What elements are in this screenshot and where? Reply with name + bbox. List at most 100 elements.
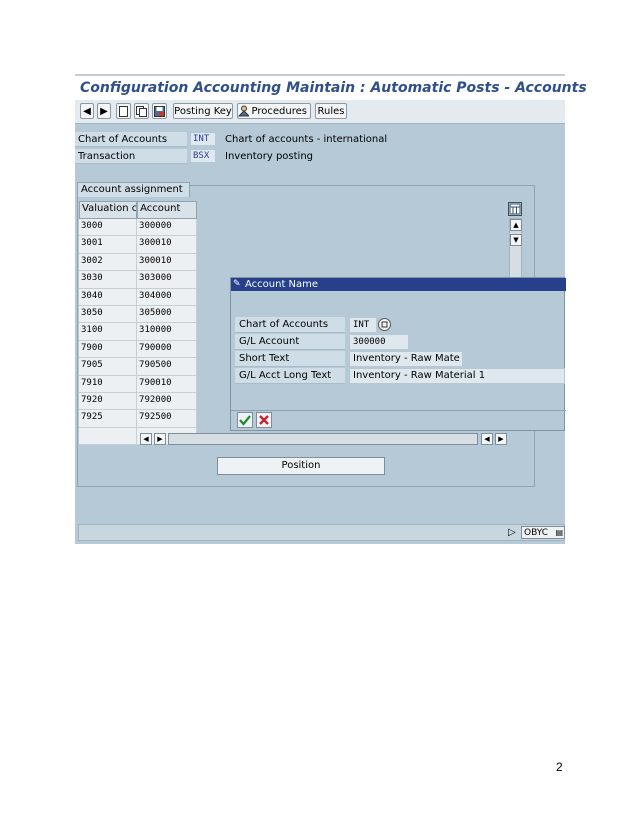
table-row[interactable]: 7900 790000 (79, 340, 197, 359)
account-cell[interactable]: 300010 (137, 253, 197, 272)
popup-chart-field[interactable]: INT (349, 317, 377, 333)
scroll-down-button[interactable]: ▼ (510, 234, 522, 246)
save-icon (154, 105, 165, 117)
valuation-class-cell[interactable]: 3040 (79, 288, 138, 306)
table-row[interactable]: 3000 300000 (79, 219, 197, 237)
account-cell[interactable]: 792500 (137, 410, 197, 428)
account-cell[interactable]: 790000 (137, 340, 197, 359)
valuation-class-cell[interactable]: 3000 (79, 219, 138, 237)
forward-button[interactable]: ▶ (97, 103, 111, 119)
vertical-scrollbar[interactable]: ▲ ▼ (509, 218, 522, 278)
back-button[interactable]: ◀ (80, 103, 94, 119)
triangle-right-icon: ▶ (498, 435, 504, 443)
valuation-class-cell[interactable]: 3100 (79, 323, 138, 341)
sap-window: Configuration Accounting Maintain : Auto… (75, 74, 587, 544)
status-transaction-field: OBYC ▤ (521, 526, 565, 539)
dialog-title-text: Account Name (245, 279, 319, 290)
valuation-class-cell[interactable]: 7920 (79, 392, 138, 411)
account-cell[interactable]: 303000 (137, 271, 197, 289)
popup-chart-label: Chart of Accounts (235, 317, 345, 333)
triangle-left-icon: ◀ (484, 435, 490, 443)
status-bar: ▷ OBYC ▤ (78, 524, 565, 541)
chart-of-accounts-label: Chart of Accounts (75, 132, 187, 147)
cancel-icon (259, 415, 269, 425)
popup-short-text-label: Short Text (235, 351, 345, 367)
posting-key-button[interactable]: Posting Key (173, 103, 233, 119)
status-expand-icon[interactable]: ▷ (508, 527, 516, 538)
empty-cell[interactable] (79, 427, 138, 446)
back-arrow-icon: ◀ (83, 105, 91, 117)
valuation-class-cell[interactable]: 7900 (79, 340, 138, 359)
scroll-right-end-button[interactable]: ▶ (495, 433, 507, 445)
table-row[interactable]: 3040 304000 (79, 288, 197, 306)
edit-icon: ✎ (233, 279, 241, 289)
valuation-class-cell[interactable]: 3001 (79, 236, 138, 254)
triangle-up-icon: ▲ (513, 221, 519, 229)
check-icon (239, 415, 251, 426)
rules-button[interactable]: Rules (315, 103, 347, 119)
valuation-class-cell[interactable]: 7910 (79, 375, 138, 393)
popup-short-text-field[interactable]: Inventory - Raw Mate (349, 351, 463, 367)
new-entries-icon (119, 105, 128, 117)
copy-button[interactable] (134, 103, 149, 119)
table-row[interactable]: 3100 310000 (79, 323, 197, 341)
popup-gl-account-field[interactable]: 300000 (349, 334, 409, 350)
status-transaction-code: OBYC (524, 528, 549, 538)
confirm-button[interactable] (237, 412, 253, 428)
account-cell[interactable]: 792000 (137, 392, 197, 411)
horizontal-scrollbar[interactable] (168, 433, 478, 445)
account-cell[interactable]: 790010 (137, 375, 197, 393)
table-settings-icon (509, 203, 521, 215)
table-row[interactable]: 3030 303000 (79, 271, 197, 289)
window-title: Configuration Accounting Maintain : Auto… (80, 80, 587, 96)
valuation-class-cell[interactable]: 7925 (79, 410, 138, 428)
valuation-class-cell[interactable]: 7905 (79, 358, 138, 376)
account-cell[interactable]: 304000 (137, 288, 197, 306)
valuation-class-cell[interactable]: 3030 (79, 271, 138, 289)
account-name-dialog: ✎ Account Name Chart of Accounts INT G/L… (230, 277, 566, 431)
table-row[interactable]: 3050 305000 (79, 305, 197, 324)
valuation-class-cell[interactable]: 3002 (79, 253, 138, 272)
position-button[interactable]: Position (217, 457, 385, 475)
table-row[interactable]: 7905 790500 (79, 358, 197, 376)
cancel-button[interactable] (256, 412, 272, 428)
new-entries-button[interactable] (116, 103, 131, 119)
save-button[interactable] (152, 103, 167, 119)
table-settings-button[interactable] (508, 202, 522, 216)
account-cell[interactable]: 305000 (137, 305, 197, 324)
popup-long-text-field[interactable]: Inventory - Raw Material 1 (349, 368, 565, 384)
scroll-up-button[interactable]: ▲ (510, 219, 522, 231)
procedures-button[interactable]: Procedures (237, 103, 311, 119)
chart-info-button[interactable] (378, 318, 391, 331)
transaction-label: Transaction (75, 149, 187, 164)
scroll-left-end-button[interactable]: ◀ (481, 433, 493, 445)
procedures-icon (238, 105, 249, 117)
table-row[interactable]: 7925 792500 (79, 410, 197, 428)
table-row[interactable]: 3002 300010 (79, 253, 197, 272)
chart-of-accounts-field[interactable]: INT (190, 132, 216, 146)
table-row[interactable]: 3001 300010 (79, 236, 197, 254)
account-cell[interactable]: 300010 (137, 236, 197, 254)
table-row[interactable]: 7920 792000 (79, 392, 197, 411)
account-cell[interactable]: 790500 (137, 358, 197, 376)
page-number: 2 (556, 760, 563, 774)
triangle-left-icon: ◀ (143, 435, 149, 443)
column-header-valuation-class[interactable]: Valuation cl_ (79, 201, 138, 219)
status-info-icon[interactable]: ▤ (555, 527, 563, 539)
table-header: Valuation cl_ Account (79, 201, 197, 219)
chart-of-accounts-description: Chart of accounts - international (225, 134, 388, 145)
transaction-field[interactable]: BSX (190, 149, 216, 163)
valuation-class-cell[interactable]: 3050 (79, 305, 138, 324)
account-cell[interactable]: 300000 (137, 219, 197, 237)
dialog-title: ✎ Account Name (231, 278, 566, 291)
column-header-account[interactable]: Account (137, 201, 197, 219)
account-cell[interactable]: 310000 (137, 323, 197, 341)
account-table: Valuation cl_ Account 300030000030013000… (79, 201, 197, 446)
scroll-right-button[interactable]: ▶ (154, 433, 166, 445)
transaction-description: Inventory posting (225, 151, 314, 162)
popup-long-text-label: G/L Acct Long Text (235, 368, 345, 384)
title-bar: Configuration Accounting Maintain : Auto… (75, 74, 587, 100)
table-body: 3000 300000 3001 300010 3002 300010 3030 303000… (79, 219, 197, 446)
table-row[interactable]: 7910 790010 (79, 375, 197, 393)
scroll-left-button[interactable]: ◀ (140, 433, 152, 445)
